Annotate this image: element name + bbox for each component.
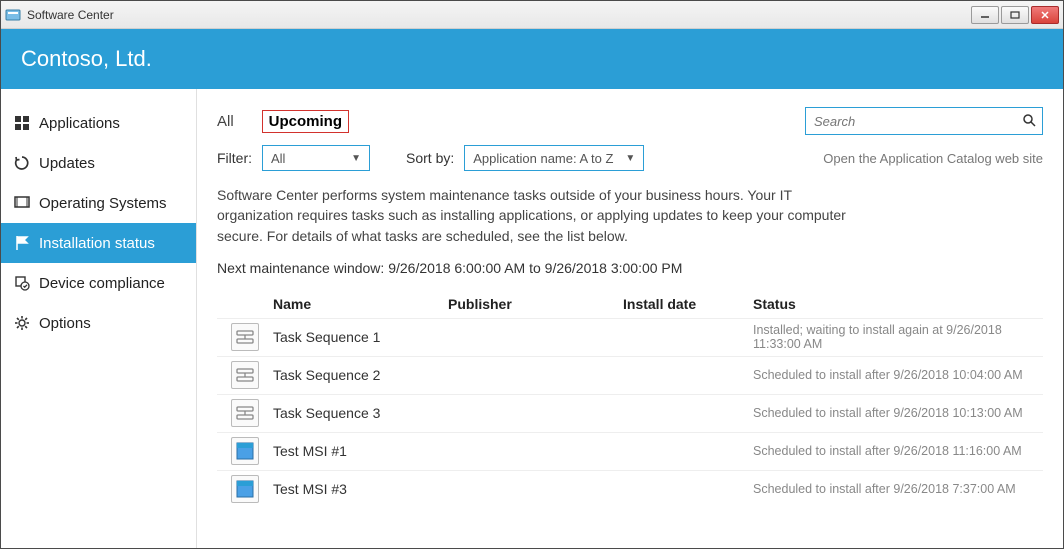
titlebar: Software Center [1, 1, 1063, 29]
row-status: Installed; waiting to install again at 9… [753, 323, 1043, 351]
description-text: Software Center performs system maintena… [217, 185, 857, 246]
maintenance-window-text: Next maintenance window: 9/26/2018 6:00:… [217, 260, 1043, 276]
sidebar-item-operating-systems[interactable]: Operating Systems [1, 183, 196, 223]
row-status: Scheduled to install after 9/26/2018 7:3… [753, 482, 1043, 496]
minimize-button[interactable] [971, 6, 999, 24]
sidebar-item-label: Operating Systems [39, 195, 167, 212]
search-box[interactable] [805, 107, 1043, 135]
table-row[interactable]: Test MSI #1 Scheduled to install after 9/… [217, 432, 1043, 470]
maximize-button[interactable] [1001, 6, 1029, 24]
sidebar-item-updates[interactable]: Updates [1, 143, 196, 183]
tab-row: All Upcoming [217, 107, 1043, 135]
tasksequence-icon [231, 361, 259, 389]
msi-icon [231, 475, 259, 503]
row-name: Test MSI #1 [273, 443, 448, 459]
gear-icon [13, 314, 31, 332]
sidebar-item-device-compliance[interactable]: Device compliance [1, 263, 196, 303]
row-name: Task Sequence 2 [273, 367, 448, 383]
tab-all[interactable]: All [217, 113, 234, 130]
col-install-date[interactable]: Install date [623, 296, 753, 312]
sidebar: Applications Updates Operating Systems I… [1, 89, 197, 548]
sidebar-item-applications[interactable]: Applications [1, 103, 196, 143]
table-row[interactable]: Task Sequence 2 Scheduled to install afte… [217, 356, 1043, 394]
sort-select[interactable]: Application name: A to Z ▼ [464, 145, 644, 171]
row-status: Scheduled to install after 9/26/2018 10:… [753, 406, 1043, 420]
col-status[interactable]: Status [753, 296, 1043, 312]
search-input[interactable] [812, 113, 1022, 130]
filter-value: All [271, 151, 285, 166]
filter-row: Filter: All ▼ Sort by: Application name:… [217, 145, 1043, 171]
row-status: Scheduled to install after 9/26/2018 10:… [753, 368, 1043, 382]
search-icon[interactable] [1022, 113, 1036, 130]
flag-icon [13, 234, 31, 252]
app-window: Software Center Contoso, Ltd. Applicatio… [0, 0, 1064, 549]
row-name: Test MSI #3 [273, 481, 448, 497]
org-name: Contoso, Ltd. [21, 46, 152, 72]
chevron-down-icon: ▼ [351, 153, 361, 164]
table-row[interactable]: Task Sequence 1 Installed; waiting to ins… [217, 318, 1043, 356]
table-row[interactable]: Test MSI #3 Scheduled to install after 9/… [217, 470, 1043, 508]
msi-icon [231, 437, 259, 465]
row-status: Scheduled to install after 9/26/2018 11:… [753, 444, 1043, 458]
refresh-icon [13, 154, 31, 172]
row-name: Task Sequence 3 [273, 405, 448, 421]
compliance-icon [13, 274, 31, 292]
window-title: Software Center [27, 8, 114, 22]
sidebar-item-label: Options [39, 315, 91, 332]
tab-upcoming[interactable]: Upcoming [262, 110, 349, 133]
tasksequence-icon [231, 323, 259, 351]
col-name[interactable]: Name [273, 296, 448, 312]
tasksequence-icon [231, 399, 259, 427]
sidebar-item-label: Device compliance [39, 275, 165, 292]
main-content: All Upcoming Filter: All ▼ Sort by: Appl [197, 89, 1063, 548]
filter-label: Filter: [217, 150, 252, 166]
body: Applications Updates Operating Systems I… [1, 89, 1063, 548]
close-button[interactable] [1031, 6, 1059, 24]
col-publisher[interactable]: Publisher [448, 296, 623, 312]
sidebar-item-label: Applications [39, 115, 120, 132]
filter-select[interactable]: All ▼ [262, 145, 370, 171]
sort-value: Application name: A to Z [473, 151, 613, 166]
table-header: Name Publisher Install date Status [217, 290, 1043, 318]
row-name: Task Sequence 1 [273, 329, 448, 345]
os-icon [13, 194, 31, 212]
table-row[interactable]: Task Sequence 3 Scheduled to install afte… [217, 394, 1043, 432]
sidebar-item-label: Installation status [39, 235, 155, 252]
catalog-link[interactable]: Open the Application Catalog web site [823, 151, 1043, 166]
table-body: Task Sequence 1 Installed; waiting to ins… [217, 318, 1043, 508]
chevron-down-icon: ▼ [625, 153, 635, 164]
sidebar-item-installation-status[interactable]: Installation status [1, 223, 196, 263]
app-icon [5, 7, 21, 23]
sort-label: Sort by: [406, 150, 454, 166]
apps-icon [13, 114, 31, 132]
sidebar-item-options[interactable]: Options [1, 303, 196, 343]
sidebar-item-label: Updates [39, 155, 95, 172]
brand-bar: Contoso, Ltd. [1, 29, 1063, 89]
